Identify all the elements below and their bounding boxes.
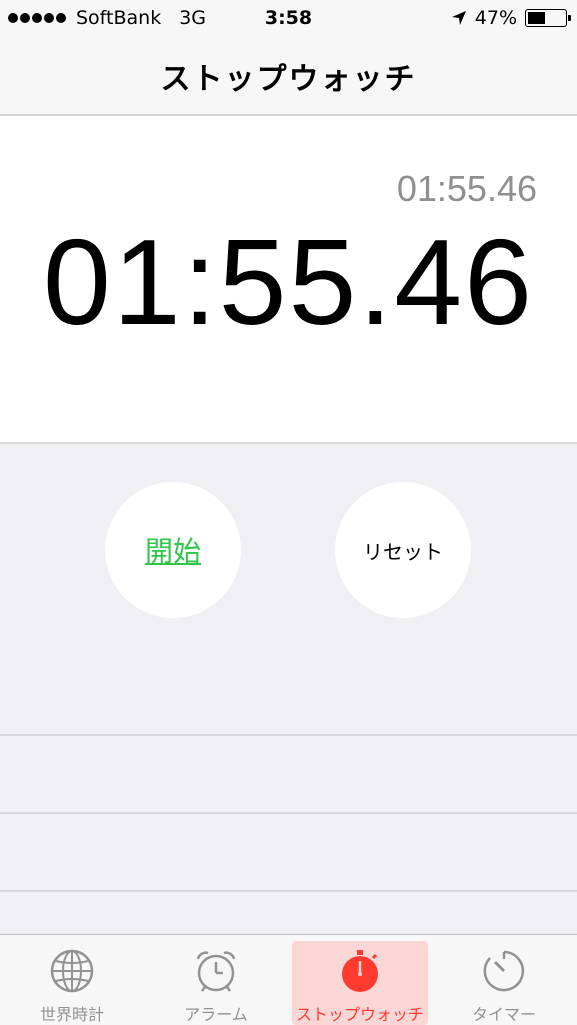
tab-timer[interactable]: タイマー <box>436 941 572 1025</box>
tab-stopwatch[interactable]: ストップウォッチ <box>292 941 428 1025</box>
reset-button-label: リセット <box>363 539 443 564</box>
reset-button[interactable]: リセット <box>335 482 471 618</box>
timer-icon <box>483 950 525 992</box>
main-time: 01:55.46 <box>43 214 534 350</box>
globe-icon <box>50 949 94 993</box>
tab-world-clock[interactable]: 世界時計 <box>4 941 140 1025</box>
stopwatch-icon <box>342 950 378 992</box>
list-item <box>0 734 577 812</box>
tab-label: ストップウォッチ <box>295 1005 424 1024</box>
start-button[interactable]: 開始 <box>105 482 241 618</box>
list-item <box>0 812 577 890</box>
start-button-label: 開始 <box>144 535 201 568</box>
lap-time: 01:55.46 <box>396 168 537 209</box>
page-title: ストップウォッチ <box>160 62 417 97</box>
tab-label: タイマー <box>471 1005 536 1024</box>
lap-list <box>0 734 577 968</box>
controls-area: 開始 リセット <box>0 444 577 734</box>
time-display: 01:55.46 01:55.46 <box>0 116 577 444</box>
navigation-bar: ストップウォッチ <box>0 38 577 116</box>
location-arrow-icon <box>451 11 466 25</box>
battery-percent: 47% <box>474 7 517 29</box>
tab-bar: 世界時計 アラーム ストップウォッチ タイマー <box>0 934 577 1025</box>
tab-label: 世界時計 <box>39 1005 104 1024</box>
battery-icon <box>525 9 571 27</box>
status-right: 47% <box>451 7 571 29</box>
tab-alarm[interactable]: アラーム <box>148 941 284 1025</box>
tab-label: アラーム <box>184 1005 248 1024</box>
status-bar: SoftBank 3G 3:58 47% <box>0 0 577 38</box>
alarm-clock-icon <box>196 951 236 992</box>
